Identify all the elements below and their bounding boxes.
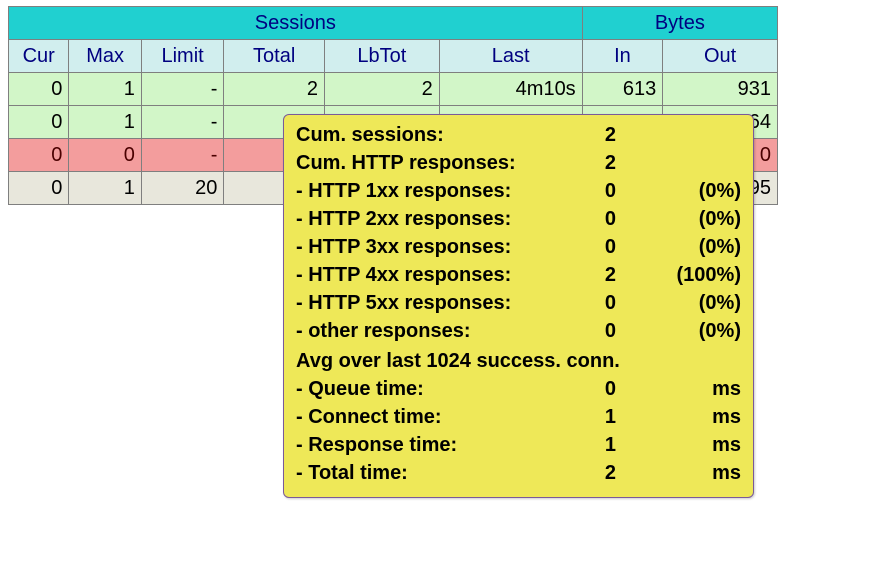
col-max: Max: [69, 40, 141, 73]
cell-limit: -: [141, 139, 224, 172]
cum-sessions-label: Cum. sessions:: [296, 121, 586, 149]
col-in: In: [582, 40, 663, 73]
cell-max: 1: [69, 73, 141, 106]
http3xx-value: 0: [586, 233, 616, 261]
resp-unit: ms: [616, 431, 741, 459]
http5xx-pct: (0%): [616, 289, 741, 317]
cell-cur: 0: [9, 73, 69, 106]
http4xx-pct: (100%): [616, 261, 741, 289]
avg-heading: Avg over last 1024 success. conn.: [296, 347, 741, 375]
http1xx-value: 0: [586, 177, 616, 205]
cell-cur: 0: [9, 106, 69, 139]
col-total: Total: [224, 40, 325, 73]
cum-sessions-value: 2: [586, 121, 616, 149]
queue-unit: ms: [616, 375, 741, 403]
cell-total: 2: [224, 73, 325, 106]
http1xx-pct: (0%): [616, 177, 741, 205]
queue-label: - Queue time:: [296, 375, 586, 403]
http1xx-label: - HTTP 1xx responses:: [296, 177, 586, 205]
http5xx-value: 0: [586, 289, 616, 317]
other-label: - other responses:: [296, 317, 586, 345]
header-sessions: Sessions: [9, 7, 583, 40]
http2xx-pct: (0%): [616, 205, 741, 233]
http3xx-pct: (0%): [616, 233, 741, 261]
cell-max: 1: [69, 106, 141, 139]
connect-label: - Connect time:: [296, 403, 586, 431]
resp-value: 1: [586, 431, 616, 459]
connect-unit: ms: [616, 403, 741, 431]
cell-in: 613: [582, 73, 663, 106]
connect-value: 1: [586, 403, 616, 431]
cell-max: 1: [69, 172, 141, 205]
total-unit: ms: [616, 459, 741, 487]
http5xx-label: - HTTP 5xx responses:: [296, 289, 586, 317]
http2xx-value: 0: [586, 205, 616, 233]
cell-last: 4m10s: [439, 73, 582, 106]
http4xx-label: - HTTP 4xx responses:: [296, 261, 586, 289]
other-value: 0: [586, 317, 616, 345]
table-row[interactable]: 01-224m10s613931: [9, 73, 778, 106]
stats-tooltip: Cum. sessions: 2 Cum. HTTP responses: 2 …: [283, 114, 754, 498]
col-out: Out: [663, 40, 778, 73]
http2xx-label: - HTTP 2xx responses:: [296, 205, 586, 233]
http4xx-value: 2: [586, 261, 616, 289]
cum-http-value: 2: [586, 149, 616, 177]
cum-http-label: Cum. HTTP responses:: [296, 149, 586, 177]
total-value: 2: [586, 459, 616, 487]
col-last: Last: [439, 40, 582, 73]
other-pct: (0%): [616, 317, 741, 345]
cell-limit: -: [141, 73, 224, 106]
cell-out: 931: [663, 73, 778, 106]
header-bytes: Bytes: [582, 7, 777, 40]
cell-lbtot: 2: [325, 73, 440, 106]
cell-max: 0: [69, 139, 141, 172]
col-limit: Limit: [141, 40, 224, 73]
total-label: - Total time:: [296, 459, 586, 487]
col-cur: Cur: [9, 40, 69, 73]
cell-limit: -: [141, 106, 224, 139]
cell-cur: 0: [9, 172, 69, 205]
cell-limit: 20: [141, 172, 224, 205]
resp-label: - Response time:: [296, 431, 586, 459]
col-lbtot: LbTot: [325, 40, 440, 73]
queue-value: 0: [586, 375, 616, 403]
cell-cur: 0: [9, 139, 69, 172]
http3xx-label: - HTTP 3xx responses:: [296, 233, 586, 261]
